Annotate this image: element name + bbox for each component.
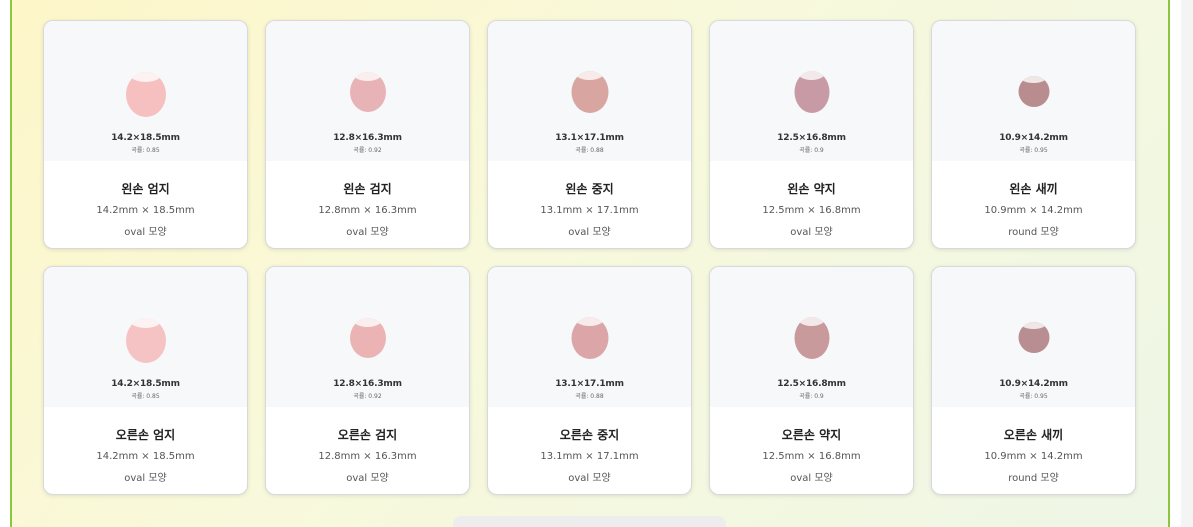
nail-preview: 12.5×16.8mm 곡률: 0.9 — [710, 21, 913, 161]
nail-size-text: 13.1mm × 17.1mm — [540, 205, 639, 216]
nail-shape-text: oval 모양 — [346, 473, 389, 484]
nail-shape-icon — [1018, 76, 1049, 107]
nail-curvature-label: 곡률: 0.92 — [353, 147, 382, 154]
nail-size-text: 10.9mm × 14.2mm — [984, 451, 1083, 462]
nail-preview: 12.8×16.3mm 곡률: 0.92 — [266, 21, 469, 161]
nail-size-text: 14.2mm × 18.5mm — [96, 205, 195, 216]
nail-shape-text: round 모양 — [1008, 227, 1059, 238]
nail-size-text: 12.5mm × 16.8mm — [762, 205, 861, 216]
finger-name: 왼손 중지 — [565, 182, 614, 196]
finger-name: 왼손 새끼 — [1009, 182, 1058, 196]
nail-size-text: 12.8mm × 16.3mm — [318, 205, 417, 216]
page-scrollbar[interactable] — [1181, 0, 1193, 527]
nail-preview: 12.5×16.8mm 곡률: 0.9 — [710, 267, 913, 407]
nail-shape-icon — [571, 71, 608, 113]
nail-dimension-label: 10.9×14.2mm — [999, 379, 1068, 389]
nail-shape-text: oval 모양 — [124, 473, 167, 484]
finger-name: 오른손 엄지 — [115, 428, 176, 442]
finger-name: 오른손 약지 — [781, 428, 842, 442]
nail-curvature-label: 곡률: 0.9 — [799, 147, 824, 154]
nail-curvature-label: 곡률: 0.92 — [353, 393, 382, 400]
nail-dimension-label: 12.5×16.8mm — [777, 133, 846, 143]
nail-dimension-label: 13.1×17.1mm — [555, 379, 624, 389]
nail-card-right-ring[interactable]: 12.5×16.8mm 곡률: 0.9 오른손 약지 12.5mm × 16.8… — [709, 266, 914, 495]
nail-curvature-label: 곡률: 0.85 — [131, 393, 160, 400]
nail-preview: 14.2×18.5mm 곡률: 0.85 — [44, 21, 247, 161]
nail-dimension-label: 14.2×18.5mm — [111, 133, 180, 143]
nail-preview: 12.8×16.3mm 곡률: 0.92 — [266, 267, 469, 407]
nail-shape-icon — [794, 317, 829, 359]
nail-shape-text: oval 모양 — [346, 227, 389, 238]
nail-preview: 14.2×18.5mm 곡률: 0.85 — [44, 267, 247, 407]
nail-card-left-pinky[interactable]: 10.9×14.2mm 곡률: 0.95 왼손 새끼 10.9mm × 14.2… — [931, 20, 1136, 249]
nail-curvature-label: 곡률: 0.88 — [575, 393, 604, 400]
nail-card-right-pinky[interactable]: 10.9×14.2mm 곡률: 0.95 오른손 새끼 10.9mm × 14.… — [931, 266, 1136, 495]
nail-card-right-index[interactable]: 12.8×16.3mm 곡률: 0.92 오른손 검지 12.8mm × 16.… — [265, 266, 470, 495]
nail-dimension-label: 12.8×16.3mm — [333, 133, 402, 143]
finger-name: 오른손 검지 — [337, 428, 398, 442]
finger-name: 왼손 약지 — [787, 182, 836, 196]
nail-size-text: 14.2mm × 18.5mm — [96, 451, 195, 462]
nail-curvature-label: 곡률: 0.85 — [131, 147, 160, 154]
nail-shape-icon — [349, 72, 386, 112]
nail-shape-text: oval 모양 — [124, 227, 167, 238]
nail-shape-icon — [125, 318, 166, 363]
nail-curvature-label: 곡률: 0.88 — [575, 147, 604, 154]
finger-name: 왼손 검지 — [343, 182, 392, 196]
nail-size-text: 12.8mm × 16.3mm — [318, 451, 417, 462]
nail-size-text: 13.1mm × 17.1mm — [540, 451, 639, 462]
finger-name: 오른손 새끼 — [1003, 428, 1064, 442]
nail-shape-icon — [349, 318, 386, 358]
nail-size-text: 10.9mm × 14.2mm — [984, 205, 1083, 216]
finger-name: 왼손 엄지 — [121, 182, 170, 196]
nail-dimension-label: 12.8×16.3mm — [333, 379, 402, 389]
nail-card-right-middle[interactable]: 13.1×17.1mm 곡률: 0.88 오른손 중지 13.1mm × 17.… — [487, 266, 692, 495]
nail-shape-text: oval 모양 — [790, 227, 833, 238]
nail-dimension-label: 14.2×18.5mm — [111, 379, 180, 389]
bottom-action-bar[interactable] — [453, 516, 726, 527]
nail-curvature-label: 곡률: 0.9 — [799, 393, 824, 400]
nail-card-left-index[interactable]: 12.8×16.3mm 곡률: 0.92 왼손 검지 12.8mm × 16.3… — [265, 20, 470, 249]
nail-dimension-label: 12.5×16.8mm — [777, 379, 846, 389]
nail-dimension-label: 13.1×17.1mm — [555, 133, 624, 143]
nail-card-left-thumb[interactable]: 14.2×18.5mm 곡률: 0.85 왼손 엄지 14.2mm × 18.5… — [43, 20, 248, 249]
nail-curvature-label: 곡률: 0.95 — [1019, 393, 1048, 400]
nail-preview: 10.9×14.2mm 곡률: 0.95 — [932, 21, 1135, 161]
nail-shape-icon — [571, 317, 608, 359]
nail-shape-text: oval 모양 — [568, 227, 611, 238]
nail-preview: 10.9×14.2mm 곡률: 0.95 — [932, 267, 1135, 407]
nail-shape-text: round 모양 — [1008, 473, 1059, 484]
nail-dimension-label: 10.9×14.2mm — [999, 133, 1068, 143]
nail-preview: 13.1×17.1mm 곡률: 0.88 — [488, 21, 691, 161]
finger-name: 오른손 중지 — [559, 428, 620, 442]
nail-shape-icon — [1018, 322, 1049, 353]
nail-shape-icon — [125, 72, 166, 117]
nail-card-left-ring[interactable]: 12.5×16.8mm 곡률: 0.9 왼손 약지 12.5mm × 16.8m… — [709, 20, 914, 249]
nail-card-right-thumb[interactable]: 14.2×18.5mm 곡률: 0.85 오른손 엄지 14.2mm × 18.… — [43, 266, 248, 495]
nail-preview: 13.1×17.1mm 곡률: 0.88 — [488, 267, 691, 407]
nail-curvature-label: 곡률: 0.95 — [1019, 147, 1048, 154]
nail-size-text: 12.5mm × 16.8mm — [762, 451, 861, 462]
nail-shape-icon — [794, 71, 829, 113]
nail-shape-text: oval 모양 — [790, 473, 833, 484]
nail-card-left-middle[interactable]: 13.1×17.1mm 곡률: 0.88 왼손 중지 13.1mm × 17.1… — [487, 20, 692, 249]
nail-shape-text: oval 모양 — [568, 473, 611, 484]
